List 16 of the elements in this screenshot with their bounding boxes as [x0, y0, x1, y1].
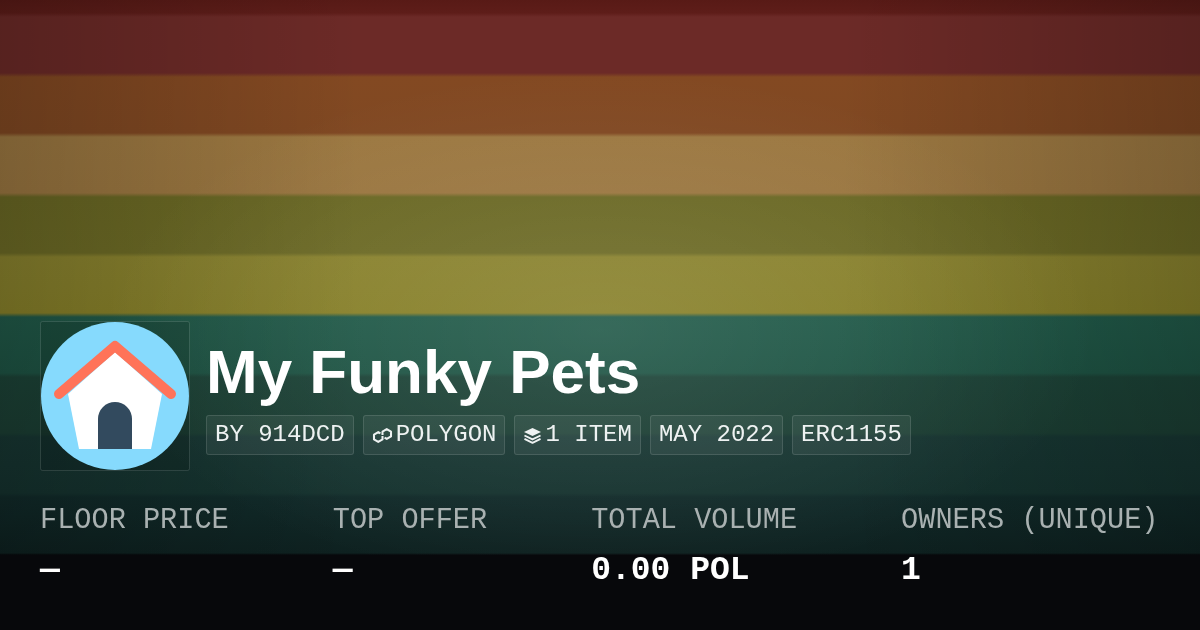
- stat-value: —: [40, 551, 60, 591]
- stat-label: TOTAL VOLUME: [591, 504, 798, 538]
- tag-label: BY 914DCD: [215, 421, 345, 449]
- chain-link-icon: [371, 426, 393, 444]
- stat-label: OWNERS (UNIQUE): [901, 504, 1159, 538]
- tag-label: POLYGON: [395, 421, 497, 449]
- stat-label: FLOOR PRICE: [40, 504, 229, 538]
- layers-icon: [523, 426, 543, 444]
- tag-label: ERC1155: [801, 421, 902, 449]
- stat-label: TOP OFFER: [332, 504, 488, 538]
- stat-value: —: [332, 551, 353, 591]
- tag-label: MAY 2022: [658, 421, 775, 449]
- tag-label: 1 ITEM: [545, 421, 632, 449]
- stat-value: 0.00 POL: [591, 551, 750, 591]
- house-icon: [40, 321, 190, 471]
- stat-value: 1: [901, 551, 921, 591]
